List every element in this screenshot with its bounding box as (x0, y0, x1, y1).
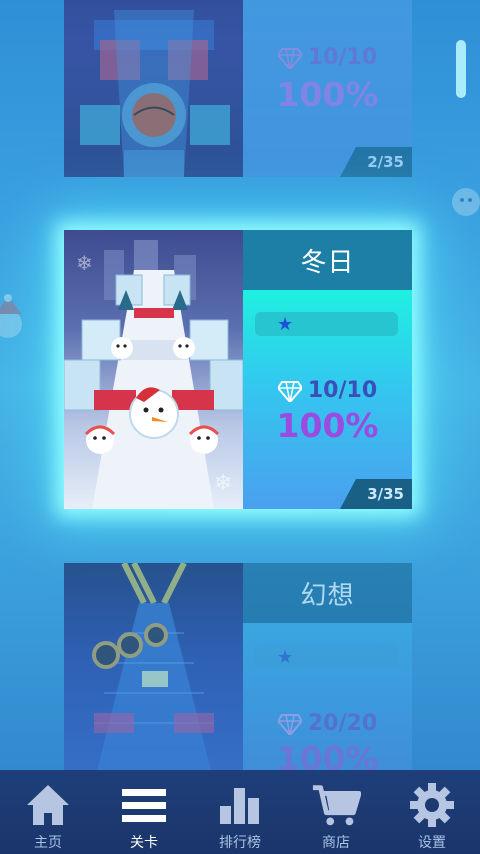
nav-settings-label: 设置 (418, 835, 446, 851)
star-icon: ★ (277, 646, 294, 668)
gem-count-text-3: 10/10 (307, 378, 378, 403)
nav-home-label: 主页 (34, 835, 62, 851)
diamond-icon (277, 380, 302, 402)
nav-leaderboard-label: 排行榜 (219, 835, 261, 851)
gem-count-3: 10/10 (243, 378, 412, 403)
level-thumbnail-2 (64, 0, 243, 177)
gem-count-text-4: 20/20 (307, 711, 378, 736)
diamond-icon (277, 713, 302, 735)
level-thumbnail-3: ❄ ❄ (64, 230, 243, 509)
gear-icon (407, 780, 457, 830)
level-info-3: 冬日 ★ 10/10 100% 3/35 (243, 230, 412, 509)
bottom-nav: 主页 关卡 排行榜 商店 设置 (0, 770, 480, 854)
level-card-4[interactable]: 幻想 ★ 20/20 100% (64, 563, 412, 783)
nav-home[interactable]: 主页 (0, 770, 96, 854)
level-stats-panel-3: ★ 10/10 100% (243, 290, 412, 509)
snowman-decoration-icon (452, 188, 480, 216)
svg-text:❄: ❄ (76, 251, 93, 275)
star-icon: ★ (277, 313, 294, 335)
level-percent-2: 100% (276, 75, 379, 114)
diamond-icon (277, 47, 302, 69)
level-stats-panel-4: ★ 20/20 100% (243, 623, 412, 783)
gem-count-text-2: 10/10 (307, 45, 378, 70)
leaderboard-icon (215, 780, 265, 830)
home-icon (23, 780, 73, 830)
nav-levels-label: 关卡 (130, 835, 158, 851)
scroll-indicator[interactable] (456, 40, 466, 98)
level-card-3[interactable]: ❄ ❄ 冬日 ★ 10/10 100% 3/35 (64, 230, 412, 509)
nav-settings[interactable]: 设置 (384, 770, 480, 854)
star-rating-bar-4: ★ (255, 645, 398, 669)
santa-decoration-icon (0, 294, 22, 338)
cart-icon (311, 780, 361, 830)
nav-shop-label: 商店 (322, 835, 350, 851)
star-rating-bar-3: ★ (255, 312, 398, 336)
list-icon (119, 780, 169, 830)
gem-count-4: 20/20 (243, 711, 412, 736)
level-card-2[interactable]: 10/10 100% 2/35 (64, 0, 412, 177)
svg-text:❄: ❄ (214, 471, 232, 496)
level-info-4: 幻想 ★ 20/20 100% (243, 563, 412, 783)
nav-shop[interactable]: 商店 (288, 770, 384, 854)
level-percent-3: 100% (276, 406, 379, 445)
gem-count-2: 10/10 (243, 45, 412, 70)
level-thumbnail-4 (64, 563, 243, 783)
level-title-4: 幻想 (243, 563, 412, 623)
level-title-3: 冬日 (243, 230, 412, 290)
nav-leaderboard[interactable]: 排行榜 (192, 770, 288, 854)
level-info-2: 10/10 100% 2/35 (243, 0, 412, 177)
nav-levels[interactable]: 关卡 (96, 770, 192, 854)
